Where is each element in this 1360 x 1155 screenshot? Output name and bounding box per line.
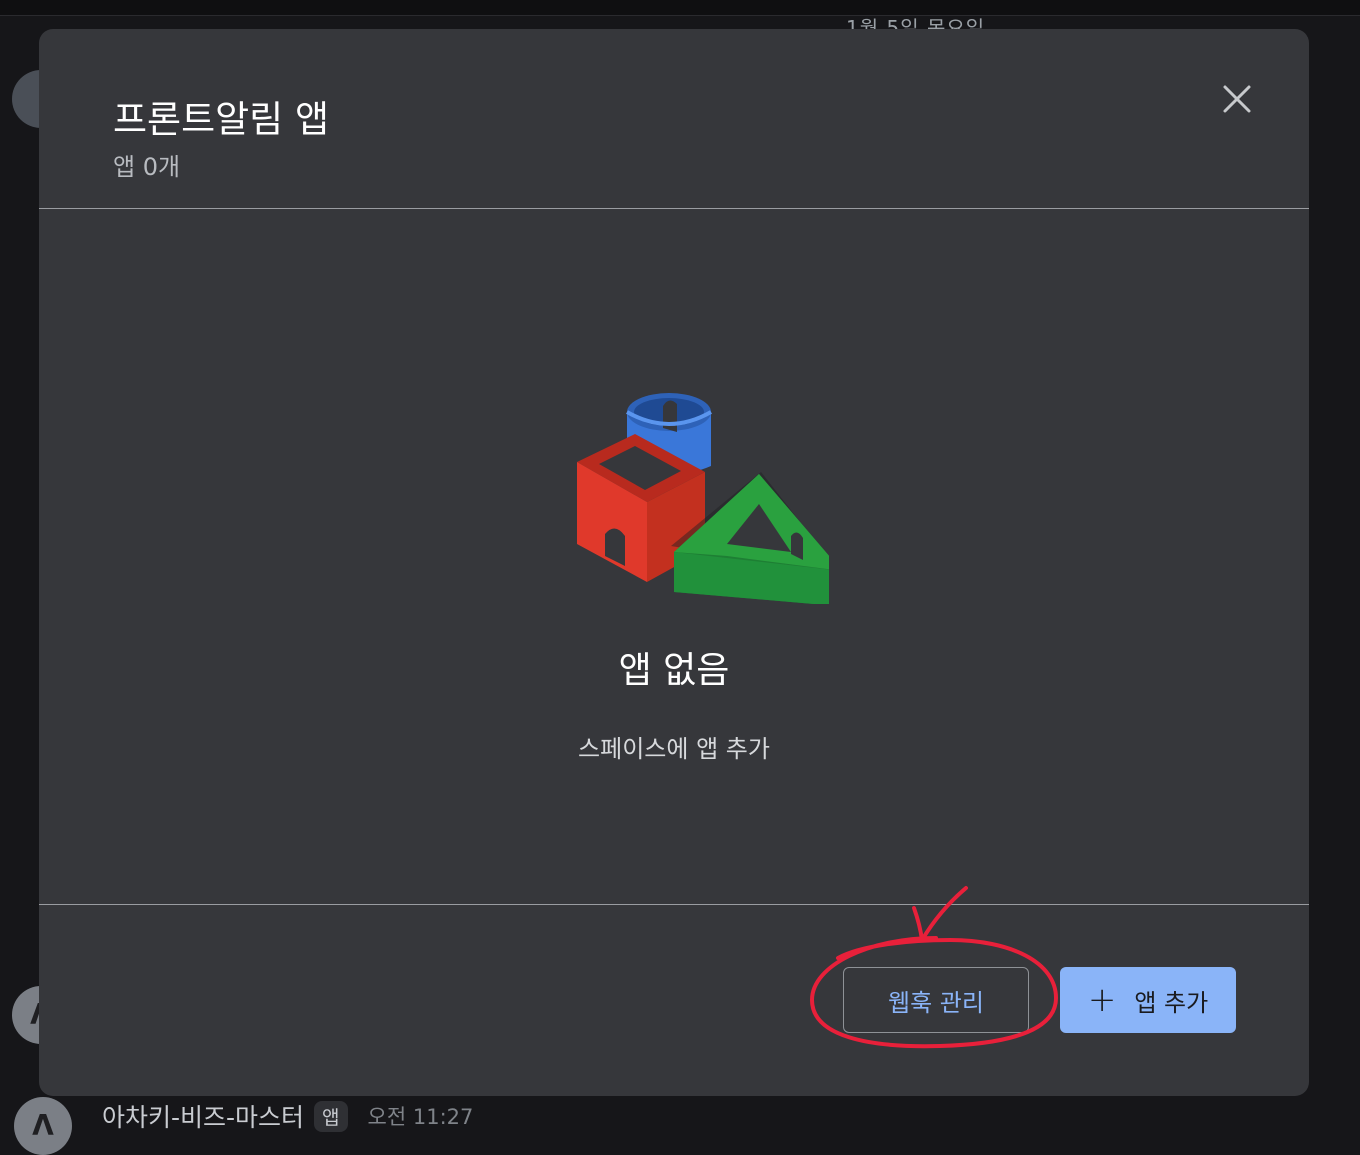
- dialog-title: 프론트알림 앱: [113, 98, 330, 141]
- top-bar: [0, 0, 1360, 16]
- dialog-subtitle: 앱 0개: [113, 153, 181, 181]
- message-sender[interactable]: 아차키-비즈-마스터: [102, 1098, 304, 1134]
- footer-divider: [39, 904, 1309, 905]
- manage-webhooks-button[interactable]: 웹훅 관리: [843, 967, 1029, 1033]
- close-button[interactable]: [1213, 75, 1261, 123]
- manage-webhooks-label: 웹훅 관리: [888, 988, 984, 1017]
- apps-dialog: 프론트알림 앱 앱 0개 앱 없음 스페이스에 앱 추가 웹훅 관리 + 앱 추…: [39, 29, 1309, 1096]
- add-app-label: 앱 추가: [1134, 988, 1209, 1017]
- empty-state-title: 앱 없음: [618, 650, 730, 691]
- app-badge: 앱: [314, 1100, 348, 1132]
- empty-apps-illustration: [577, 393, 829, 604]
- header-divider: [39, 208, 1309, 209]
- empty-state-subtitle: 스페이스에 앱 추가: [578, 735, 770, 763]
- avatar[interactable]: Λ: [14, 1097, 72, 1155]
- message-time: 오전 11:27: [367, 1105, 474, 1129]
- close-icon: [1223, 85, 1251, 113]
- add-app-button[interactable]: + 앱 추가: [1060, 967, 1236, 1033]
- plus-icon: +: [1087, 980, 1117, 1020]
- message-header: 아차키-비즈-마스터 앱 오전 11:27: [102, 1098, 473, 1134]
- app-logo-icon: Λ: [32, 1109, 54, 1142]
